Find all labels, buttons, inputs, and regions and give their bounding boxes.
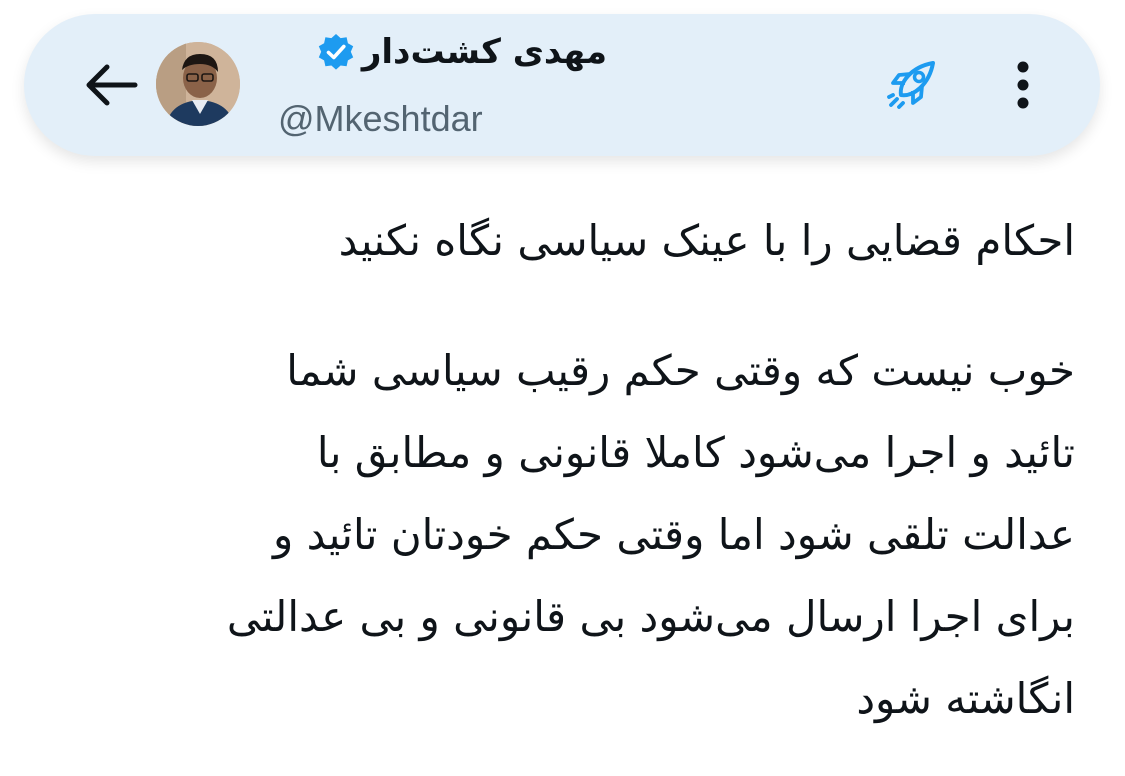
display-name-text: مهدی کشت‌دار: [361, 32, 607, 72]
tweet-text-line: برای اجرا ارسال می‌شود بی قانونی و بی عد…: [226, 592, 1075, 641]
more-vertical-icon: [1017, 61, 1029, 109]
boost-button[interactable]: [880, 54, 942, 116]
tweet-text-line: عدالت تلقی شود اما وقتی حکم خودتان تائید…: [272, 510, 1075, 559]
rocket-icon: [887, 61, 935, 109]
avatar[interactable]: [156, 42, 240, 126]
more-options-button[interactable]: [996, 54, 1050, 116]
back-button[interactable]: [78, 52, 144, 118]
tweet-text-line: خوب نیست که وقتی حکم رقیب سیاسی شما: [286, 346, 1075, 395]
user-handle: @Mkeshtdar: [278, 98, 483, 139]
display-name: مهدی کشت‌دار: [316, 32, 607, 72]
profile-photo: [156, 42, 240, 126]
tweet-title-line: احکام قضایی را با عینک سیاسی نگاه نکنید: [338, 216, 1075, 265]
arrow-left-icon: [86, 64, 138, 106]
tweet-text: خوب نیست که وقتی حکم رقیب سیاسی شما تائی…: [55, 330, 1075, 740]
verified-badge-icon: [318, 34, 354, 70]
tweet-text-line: تائید و اجرا می‌شود کاملا قانونی و مطابق…: [316, 428, 1075, 477]
tweet-text-line: انگاشته شود: [856, 674, 1075, 723]
